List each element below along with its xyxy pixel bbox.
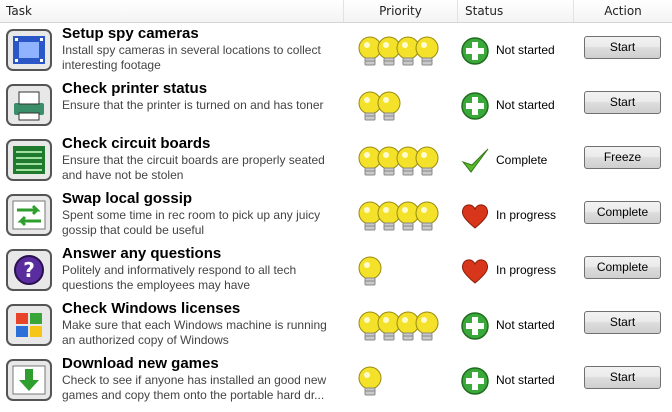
priority-rating [357,311,457,343]
priority-rating [357,366,457,398]
header-priority[interactable]: Priority [344,0,458,22]
checkmark-icon [460,146,490,176]
priority-bulb-icon [357,366,383,398]
task-title: Check printer status [62,80,208,97]
priority-rating [357,91,457,123]
task-row[interactable]: Swap local gossip Spent some time in rec … [0,189,672,244]
priority-bulb-icon [414,201,440,233]
action-button[interactable]: Complete [584,256,661,279]
windows-logo-icon [6,304,52,346]
task-row[interactable]: Check Windows licenses Make sure that eac… [0,299,672,354]
swap-arrows-icon [6,194,52,236]
task-title: Swap local gossip [62,190,193,207]
task-row[interactable]: Check printer status Ensure that the prin… [0,79,672,134]
task-title: Check Windows licenses [62,300,241,317]
task-description: Ensure that the circuit boards are prope… [62,153,325,182]
plus-icon [460,91,490,121]
task-row[interactable]: ? Answer any questions Politely and inform… [0,244,672,299]
header-status[interactable]: Status [458,0,574,22]
plus-icon [460,366,490,396]
priority-bulb-icon [357,256,383,288]
task-description: Make sure that each Windows machine is r… [62,318,327,347]
circuit-board-icon [6,139,52,181]
task-row[interactable]: Download new games Check to see if anyone… [0,354,672,409]
task-description: Ensure that the printer is turned on and… [62,98,324,112]
priority-bulb-icon [414,36,440,68]
action-button[interactable]: Start [584,36,661,59]
action-button[interactable]: Start [584,91,661,114]
heart-icon [460,256,490,286]
task-title: Setup spy cameras [62,25,199,42]
task-row[interactable]: Setup spy cameras Install spy cameras in … [0,24,672,79]
svg-text:?: ? [23,258,35,282]
header-task[interactable]: Task [0,0,344,22]
header-action[interactable]: Action [574,0,672,22]
download-arrow-icon [6,359,52,401]
task-description: Install spy cameras in several locations… [62,43,321,72]
priority-rating [357,146,457,178]
question-mark-icon: ? [6,249,52,291]
status-text: Not started [496,98,555,112]
action-button[interactable]: Start [584,311,661,334]
task-title: Download new games [62,355,219,372]
task-title: Check circuit boards [62,135,211,152]
priority-rating [357,36,457,68]
task-title: Answer any questions [62,245,222,262]
status-text: In progress [496,208,557,222]
status-text: Complete [496,153,548,167]
printer-icon [6,84,52,126]
task-description: Spent some time in rec room to pick up a… [62,208,321,237]
task-row[interactable]: Check circuit boards Ensure that the circ… [0,134,672,189]
priority-bulb-icon [414,146,440,178]
status-text: In progress [496,263,557,277]
status-text: Not started [496,43,555,57]
task-description: Politely and informatively respond to al… [62,263,297,292]
heart-icon [460,201,490,231]
action-button[interactable]: Complete [584,201,661,224]
action-button[interactable]: Start [584,366,661,389]
priority-bulb-icon [414,311,440,343]
status-text: Not started [496,373,555,387]
task-description: Check to see if anyone has installed an … [62,373,327,402]
task-list-window: Task Priority Status Action Setup spy ca… [0,0,672,412]
priority-rating [357,256,457,288]
plus-icon [460,311,490,341]
status-text: Not started [496,318,555,332]
film-strip-icon [6,29,52,71]
plus-icon [460,36,490,66]
priority-rating [357,201,457,233]
action-button[interactable]: Freeze [584,146,661,169]
priority-bulb-icon [376,91,402,123]
column-header: Task Priority Status Action [0,0,672,23]
